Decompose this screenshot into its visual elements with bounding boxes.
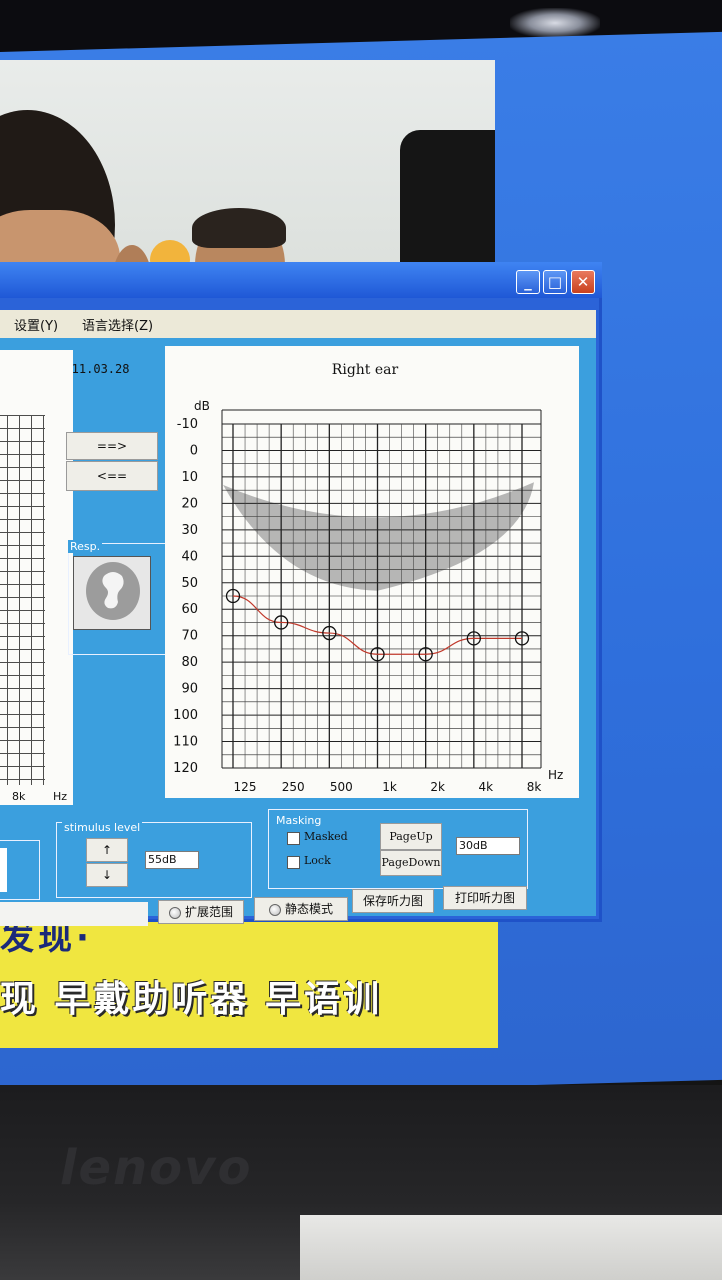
static-mode-button[interactable]: 静态模式 <box>254 897 348 921</box>
y-tick-label: 40 <box>181 549 198 564</box>
y-tick-label: 70 <box>181 629 198 644</box>
stimulus-up-button[interactable]: ↑ <box>86 838 128 862</box>
y-tick-label: 0 <box>190 443 198 458</box>
y-tick-label: 90 <box>181 682 198 697</box>
x-tick-label: 4k <box>479 780 494 794</box>
audiogram-chart: -10 0 10 20 30 40 50 60 70 80 90 100 110 120 125 250 50… <box>173 409 542 794</box>
stimulus-down-button[interactable]: ↓ <box>86 863 128 887</box>
y-tick-label: 100 <box>173 708 198 723</box>
expand-range-radio[interactable] <box>168 906 181 919</box>
x-tick-label: 8k <box>527 780 542 794</box>
y-tick-label: -10 <box>177 417 198 432</box>
stimulus-label: stimulus level <box>62 821 143 834</box>
pageup-button[interactable]: PageUp <box>380 823 442 850</box>
masked-checkbox[interactable] <box>287 832 300 845</box>
y-tick-label: 20 <box>181 496 198 511</box>
x-tick-label: 500 <box>330 780 353 794</box>
print-audiogram-button[interactable]: 打印听力图 <box>443 886 527 910</box>
y-tick-label: 50 <box>181 576 198 591</box>
y-tick-label: 110 <box>173 735 198 750</box>
lock-checkbox[interactable] <box>287 856 300 869</box>
lock-label: Lock <box>304 854 331 867</box>
status-field <box>0 902 148 926</box>
static-mode-label: 静态模式 <box>284 902 333 916</box>
y-tick-label: 30 <box>181 523 198 538</box>
static-mode-radio[interactable] <box>268 903 281 916</box>
y-tick-label: 10 <box>181 470 198 485</box>
pagedown-button[interactable]: PageDown <box>380 850 442 876</box>
x-tick-label: 1k <box>382 780 397 794</box>
y-tick-label: 120 <box>173 761 198 776</box>
y-tick-label: 80 <box>181 655 198 670</box>
masking-label: Masking <box>274 814 324 827</box>
x-tick-label: 250 <box>282 780 305 794</box>
x-tick-label: 125 <box>234 780 257 794</box>
x-tick-label: 2k <box>430 780 445 794</box>
speech-banana-region <box>223 482 534 591</box>
masked-label: Masked <box>304 830 348 843</box>
y-tick-label: 60 <box>181 602 198 617</box>
left-value-field[interactable] <box>0 848 7 892</box>
expand-range-button[interactable]: 扩展范围 <box>158 900 244 924</box>
save-audiogram-button[interactable]: 保存听力图 <box>352 889 434 913</box>
expand-range-label: 扩展范围 <box>184 905 233 919</box>
stimulus-value-field[interactable]: 55dB <box>145 851 199 869</box>
masking-value-field[interactable]: 30dB <box>456 837 520 855</box>
